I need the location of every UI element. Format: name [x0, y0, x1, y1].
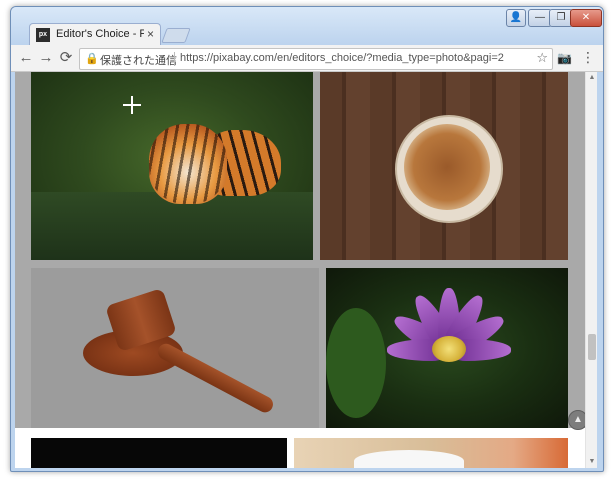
back-button[interactable]: ← — [17, 49, 35, 67]
close-window-button[interactable]: ✕ — [570, 9, 602, 27]
scroll-down-arrow-icon[interactable]: ▼ — [586, 456, 597, 468]
scrollbar-thumb[interactable] — [588, 334, 596, 360]
bird-photo-partial[interactable] — [294, 438, 568, 468]
address-separator — [174, 52, 175, 66]
gavel-handle — [155, 340, 276, 416]
title-bar: px Editor's Choice - Phot × 👤 — ❐ ✕ — [11, 7, 603, 46]
url-text[interactable]: https://pixabay.com/en/editors_choice/?m… — [180, 52, 504, 64]
secure-connection-label[interactable]: 保護された通信 — [100, 52, 177, 68]
lotus-flower — [387, 278, 511, 398]
white-bird — [354, 450, 464, 468]
pixabay-favicon-icon: px — [36, 28, 50, 42]
lotus-center — [432, 336, 466, 362]
address-bar[interactable]: 🔒 保護された通信 https://pixabay.com/en/editors… — [79, 48, 553, 70]
bookmark-star-icon[interactable]: ☆ — [536, 50, 548, 66]
coffee-cup — [404, 124, 490, 210]
lotus-photo[interactable] — [326, 268, 568, 428]
tab-close-icon[interactable]: × — [147, 27, 154, 41]
browser-toolbar: ← → ⟳ 🔒 保護された通信 https://pixabay.com/en/e… — [11, 45, 603, 72]
scroll-up-arrow-icon[interactable]: ▲ — [586, 72, 597, 84]
user-profile-button[interactable]: 👤 — [506, 9, 526, 27]
camera-icon[interactable]: 📷 — [557, 51, 572, 65]
reload-button[interactable]: ⟳ — [57, 49, 75, 67]
dark-photo-partial[interactable] — [31, 438, 287, 468]
browser-menu-icon[interactable]: ⋮ — [581, 49, 595, 66]
vertical-scrollbar[interactable]: ▲ ▼ — [585, 72, 597, 468]
tiger-photo[interactable] — [31, 72, 313, 260]
gavel-photo[interactable] — [31, 268, 319, 428]
tiger-stripes — [149, 124, 227, 204]
crosshair-cursor-icon — [123, 96, 141, 114]
coffee-photo[interactable] — [320, 72, 568, 260]
browser-window: px Editor's Choice - Phot × 👤 — ❐ ✕ ← → … — [10, 6, 604, 472]
tab-title: Editor's Choice - Phot — [56, 28, 144, 40]
lock-icon: 🔒 — [85, 53, 99, 65]
forward-button[interactable]: → — [37, 49, 55, 67]
new-tab-button[interactable] — [161, 28, 191, 43]
browser-tab[interactable]: px Editor's Choice - Phot × — [29, 23, 161, 46]
page-viewport: ▲ ▲ ▼ — [15, 72, 597, 468]
lotus-leaf — [326, 308, 386, 418]
